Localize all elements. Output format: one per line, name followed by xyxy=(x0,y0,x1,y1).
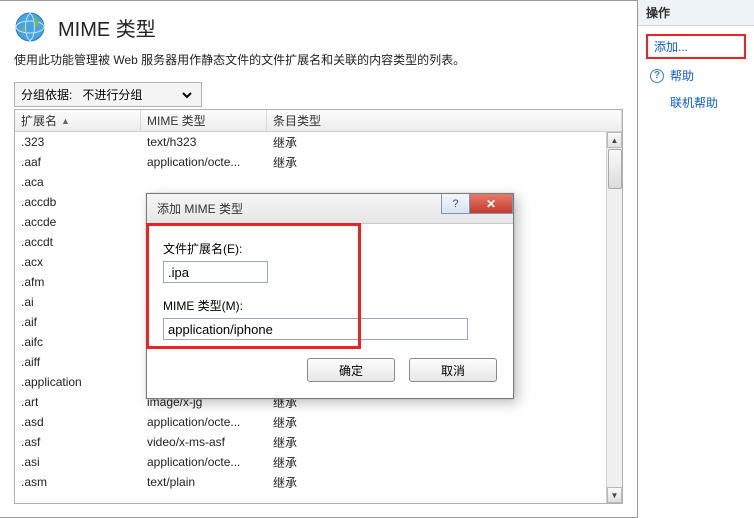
add-mime-dialog: 添加 MIME 类型 ? ✕ 文件扩展名(E): MIME 类型(M): 确定 … xyxy=(146,193,514,399)
table-row[interactable]: .323text/h323继承 xyxy=(15,132,622,152)
cell-ext: .application xyxy=(15,375,141,389)
cancel-button[interactable]: 取消 xyxy=(409,358,497,382)
ext-input[interactable] xyxy=(163,261,268,283)
table-row[interactable]: .asfvideo/x-ms-asf继承 xyxy=(15,432,622,452)
cell-ext: .323 xyxy=(15,135,141,149)
cell-ext: .asm xyxy=(15,475,141,489)
ok-button[interactable]: 确定 xyxy=(307,358,395,382)
dialog-title: 添加 MIME 类型 xyxy=(157,200,243,217)
grid-header: 扩展名 ▲ MIME 类型 条目类型 xyxy=(15,110,622,132)
mime-label: MIME 类型(M): xyxy=(163,297,497,314)
help-icon: ? xyxy=(650,69,664,83)
cell-ext: .aca xyxy=(15,175,141,189)
cell-ext: .acx xyxy=(15,255,141,269)
cell-ext: .ai xyxy=(15,295,141,309)
cell-entry: 继承 xyxy=(267,134,622,151)
cell-ext: .aiff xyxy=(15,355,141,369)
dialog-titlebar[interactable]: 添加 MIME 类型 ? ✕ xyxy=(147,194,513,224)
group-by-select[interactable]: 不进行分组 xyxy=(78,87,195,103)
table-row[interactable]: .asdapplication/octe...继承 xyxy=(15,412,622,432)
group-by-label: 分组依据: xyxy=(21,86,72,103)
cell-ext: .asi xyxy=(15,455,141,469)
page-description: 使用此功能管理被 Web 服务器用作静态文件的文件扩展名和关联的内容类型的列表。 xyxy=(14,51,623,68)
group-by-bar: 分组依据: 不进行分组 xyxy=(14,82,202,107)
scroll-thumb[interactable] xyxy=(608,149,622,189)
table-row[interactable]: .aafapplication/octe...继承 xyxy=(15,152,622,172)
scroll-up-button[interactable]: ▲ xyxy=(607,132,622,148)
cell-mime: text/h323 xyxy=(141,135,267,149)
col-header-entry[interactable]: 条目类型 xyxy=(267,110,622,131)
cell-ext: .aifc xyxy=(15,335,141,349)
cell-entry: 继承 xyxy=(267,434,622,451)
cell-mime: application/octe... xyxy=(141,455,267,469)
cell-ext: .accdb xyxy=(15,195,141,209)
table-row[interactable]: .asmtext/plain继承 xyxy=(15,472,622,492)
actions-header: 操作 xyxy=(638,0,754,26)
page-title: MIME 类型 xyxy=(58,13,156,42)
cell-entry: 继承 xyxy=(267,154,622,171)
col-header-mime[interactable]: MIME 类型 xyxy=(141,110,267,131)
cell-ext: .accdt xyxy=(15,235,141,249)
sort-asc-icon: ▲ xyxy=(61,116,70,126)
globe-icon xyxy=(14,11,46,43)
cell-ext: .aaf xyxy=(15,155,141,169)
dialog-help-button[interactable]: ? xyxy=(441,194,469,214)
cell-ext: .aif xyxy=(15,315,141,329)
table-row[interactable]: .aca xyxy=(15,172,622,192)
cell-mime: video/x-ms-asf xyxy=(141,435,267,449)
cell-mime: application/octe... xyxy=(141,415,267,429)
cell-entry: 继承 xyxy=(267,454,622,471)
action-online-help[interactable]: 联机帮助 xyxy=(666,92,746,113)
action-help[interactable]: ? 帮助 xyxy=(646,65,746,86)
table-row[interactable]: .asiapplication/octe...继承 xyxy=(15,452,622,472)
action-add[interactable]: 添加... xyxy=(646,34,746,59)
cell-ext: .asd xyxy=(15,415,141,429)
cell-entry: 继承 xyxy=(267,414,622,431)
dialog-close-button[interactable]: ✕ xyxy=(469,194,513,214)
mime-input[interactable] xyxy=(163,318,468,340)
dialog-body: 文件扩展名(E): MIME 类型(M): xyxy=(147,224,513,350)
scroll-down-button[interactable]: ▼ xyxy=(607,487,622,503)
actions-pane: 操作 添加... ? 帮助 联机帮助 xyxy=(638,0,754,518)
vertical-scrollbar[interactable]: ▲ ▼ xyxy=(606,132,622,503)
cell-ext: .asf xyxy=(15,435,141,449)
cell-mime: text/plain xyxy=(141,475,267,489)
cell-ext: .art xyxy=(15,395,141,409)
col-header-extension[interactable]: 扩展名 ▲ xyxy=(15,110,141,131)
close-icon: ✕ xyxy=(486,197,496,211)
cell-entry: 继承 xyxy=(267,474,622,491)
header: MIME 类型 xyxy=(14,11,623,43)
ext-label: 文件扩展名(E): xyxy=(163,240,497,257)
cell-ext: .afm xyxy=(15,275,141,289)
actions-body: 添加... ? 帮助 联机帮助 xyxy=(638,26,754,121)
cell-ext: .accde xyxy=(15,215,141,229)
cell-mime: application/octe... xyxy=(141,155,267,169)
dialog-title-buttons: ? ✕ xyxy=(441,194,513,214)
dialog-buttons: 确定 取消 xyxy=(147,350,513,398)
